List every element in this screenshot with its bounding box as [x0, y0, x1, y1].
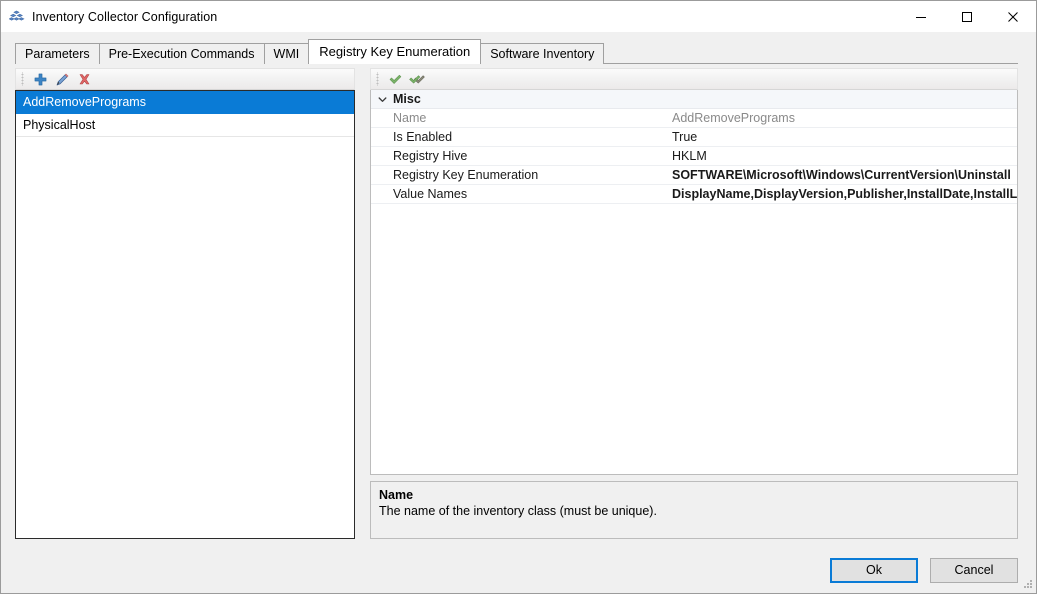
property-row-registry-hive[interactable]: Registry Hive HKLM — [371, 147, 1017, 166]
close-button[interactable] — [990, 1, 1036, 32]
property-value[interactable]: True — [668, 130, 1017, 144]
inventory-class-list[interactable]: AddRemovePrograms PhysicalHost — [15, 90, 355, 539]
tab-parameters[interactable]: Parameters — [15, 43, 100, 64]
check-button[interactable] — [384, 69, 406, 89]
delete-button[interactable] — [73, 69, 95, 89]
property-toolbar — [370, 68, 1018, 90]
dialog-window: Inventory Collector Configuration Parame… — [0, 0, 1037, 594]
list-item[interactable]: AddRemovePrograms — [16, 91, 354, 114]
property-row-registry-key-enumeration[interactable]: Registry Key Enumeration SOFTWARE\Micros… — [371, 166, 1017, 185]
property-row-name[interactable]: Name AddRemovePrograms — [371, 109, 1017, 128]
property-label: Is Enabled — [393, 130, 453, 144]
tab-wmi[interactable]: WMI — [263, 43, 310, 64]
toolbar-grip[interactable] — [20, 72, 26, 86]
tab-pre-execution-commands[interactable]: Pre-Execution Commands — [98, 43, 265, 64]
property-label: Registry Hive — [393, 149, 468, 163]
property-label: Value Names — [393, 187, 468, 201]
property-category-misc[interactable]: Misc — [371, 90, 1017, 109]
title-bar: Inventory Collector Configuration — [1, 1, 1036, 32]
check-all-button[interactable] — [406, 69, 428, 89]
property-row-value-names[interactable]: Value Names DisplayName,DisplayVersion,P… — [371, 185, 1017, 204]
property-description-panel: Name The name of the inventory class (mu… — [370, 481, 1018, 539]
window-controls — [898, 1, 1036, 32]
window-title: Inventory Collector Configuration — [32, 9, 218, 24]
app-cubes-icon — [9, 9, 25, 25]
property-value[interactable]: SOFTWARE\Microsoft\Windows\CurrentVersio… — [668, 168, 1017, 182]
panel-splitter[interactable] — [355, 64, 370, 547]
property-label: Name — [393, 111, 427, 125]
property-value[interactable]: HKLM — [668, 149, 1017, 163]
description-text: The name of the inventory class (must be… — [379, 504, 657, 518]
description-title: Name — [379, 488, 414, 502]
tab-registry-key-enumeration[interactable]: Registry Key Enumeration — [308, 39, 482, 64]
tab-strip: Parameters Pre-Execution Commands WMI Re… — [1, 39, 1036, 64]
property-category-label: Misc — [393, 92, 421, 106]
property-panel: Misc Name AddRemovePrograms Is Enabled T… — [370, 64, 1018, 547]
property-label: Registry Key Enumeration — [393, 168, 539, 182]
property-value[interactable]: DisplayName,DisplayVersion,Publisher,Ins… — [668, 187, 1017, 201]
property-value: AddRemovePrograms — [672, 111, 795, 125]
toolbar-grip[interactable] — [375, 72, 381, 86]
maximize-button[interactable] — [944, 1, 990, 32]
tab-software-inventory[interactable]: Software Inventory — [480, 43, 605, 64]
resize-grip[interactable] — [1021, 578, 1033, 590]
list-item[interactable]: PhysicalHost — [16, 114, 354, 137]
class-list-toolbar — [15, 68, 355, 90]
cancel-button[interactable]: Cancel — [930, 557, 1018, 583]
add-button[interactable] — [29, 69, 51, 89]
edit-button[interactable] — [51, 69, 73, 89]
property-grid[interactable]: Misc Name AddRemovePrograms Is Enabled T… — [370, 90, 1018, 475]
class-list-panel: AddRemovePrograms PhysicalHost — [15, 64, 355, 547]
dialog-footer: Ok Cancel — [1, 547, 1036, 593]
tab-content-panel: AddRemovePrograms PhysicalHost Misc Name… — [15, 64, 1018, 547]
property-row-is-enabled[interactable]: Is Enabled True — [371, 128, 1017, 147]
chevron-down-icon[interactable] — [371, 95, 393, 104]
minimize-button[interactable] — [898, 1, 944, 32]
ok-button[interactable]: Ok — [830, 557, 918, 583]
